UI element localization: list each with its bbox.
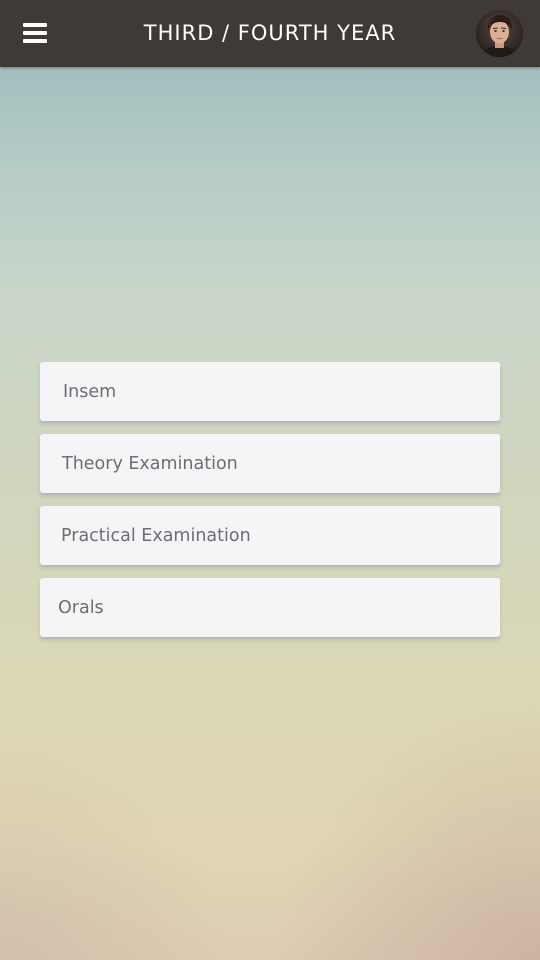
menu-item-label: Insem <box>63 381 117 402</box>
menu-item-label: Practical Examination <box>61 525 251 546</box>
avatar[interactable] <box>476 10 523 57</box>
hamburger-menu-icon[interactable] <box>23 23 47 45</box>
menu-bar-line <box>23 23 47 27</box>
avatar-photo-icon <box>476 10 523 57</box>
menu-item-label: Orals <box>58 597 104 618</box>
app-screen: THIRD / FOURTH YEAR Insem Theory Examina… <box>0 0 540 960</box>
menu-item-practical-examination[interactable]: Practical Examination <box>40 506 500 565</box>
menu-bar-line <box>23 39 47 43</box>
menu-item-orals[interactable]: Orals <box>40 578 500 637</box>
menu-bar-line <box>23 31 47 35</box>
menu-item-insem[interactable]: Insem <box>40 362 500 421</box>
top-app-bar: THIRD / FOURTH YEAR <box>0 0 540 67</box>
exam-type-menu: Insem Theory Examination Practical Exami… <box>40 362 500 650</box>
menu-item-theory-examination[interactable]: Theory Examination <box>40 434 500 493</box>
menu-item-label: Theory Examination <box>62 453 238 474</box>
page-title: THIRD / FOURTH YEAR <box>143 21 397 45</box>
